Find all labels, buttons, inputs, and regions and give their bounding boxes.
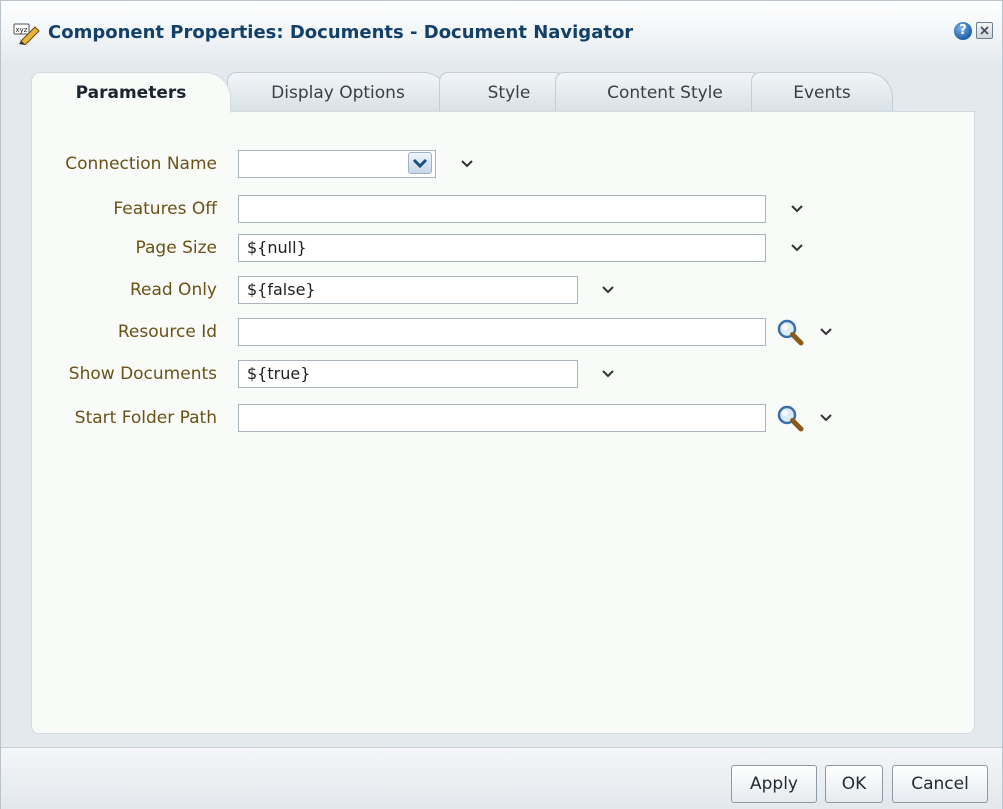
component-properties-icon: xyz bbox=[13, 23, 40, 45]
param-row-read-only: Read Only ${false} bbox=[32, 276, 976, 304]
chevron-down-icon[interactable] bbox=[601, 369, 615, 379]
cancel-button[interactable]: Cancel bbox=[892, 765, 988, 803]
param-row-show-documents: Show Documents ${true} bbox=[32, 360, 976, 388]
read-only-input[interactable]: ${false} bbox=[238, 276, 578, 304]
search-icon[interactable] bbox=[776, 318, 806, 346]
tab-content-style[interactable]: Content Style bbox=[555, 72, 775, 112]
param-row-resource-id: Resource Id bbox=[32, 318, 976, 346]
param-label: Read Only bbox=[129, 280, 217, 300]
param-label: Features Off bbox=[113, 199, 217, 219]
param-label: Page Size bbox=[135, 238, 217, 258]
param-row-connection-name: Connection Name bbox=[32, 150, 976, 178]
dialog-title: Component Properties: Documents - Docume… bbox=[48, 22, 634, 43]
param-label: Show Documents bbox=[68, 364, 217, 384]
param-row-features-off: Features Off bbox=[32, 195, 976, 223]
component-properties-dialog: xyz Component Properties: Documents - Do… bbox=[0, 0, 1003, 809]
start-folder-path-input[interactable] bbox=[238, 404, 766, 432]
page-size-input[interactable]: ${null} bbox=[238, 234, 766, 262]
chevron-down-icon[interactable] bbox=[460, 159, 474, 169]
ok-button[interactable]: OK bbox=[825, 765, 883, 803]
help-icon[interactable]: ? bbox=[954, 22, 972, 40]
tab-events[interactable]: Events bbox=[751, 72, 893, 112]
connection-name-select[interactable] bbox=[238, 150, 436, 178]
features-off-input[interactable] bbox=[238, 195, 766, 223]
search-icon[interactable] bbox=[776, 404, 806, 432]
param-label: Resource Id bbox=[117, 322, 217, 342]
chevron-down-icon[interactable] bbox=[790, 243, 804, 253]
param-row-start-folder-path: Start Folder Path bbox=[32, 404, 976, 432]
parameters-panel: Connection Name Features Off Page Size $… bbox=[31, 111, 975, 734]
param-row-page-size: Page Size ${null} bbox=[32, 234, 976, 262]
tab-bar: Parameters Display Options Style Content… bbox=[31, 72, 931, 113]
chevron-down-icon[interactable] bbox=[819, 327, 833, 337]
dialog-footer: Apply OK Cancel bbox=[1, 747, 1002, 809]
dialog-titlebar: xyz Component Properties: Documents - Do… bbox=[1, 1, 1002, 67]
close-icon[interactable] bbox=[976, 22, 993, 39]
param-label: Start Folder Path bbox=[74, 408, 217, 428]
svg-text:xyz: xyz bbox=[16, 26, 28, 34]
chevron-down-icon[interactable] bbox=[790, 204, 804, 214]
show-documents-input[interactable]: ${true} bbox=[238, 360, 578, 388]
select-dropdown-button[interactable] bbox=[408, 152, 432, 174]
tab-parameters[interactable]: Parameters bbox=[31, 72, 231, 113]
param-label: Connection Name bbox=[65, 154, 217, 174]
tab-display-options[interactable]: Display Options bbox=[227, 72, 449, 112]
apply-button[interactable]: Apply bbox=[731, 765, 817, 803]
chevron-down-icon[interactable] bbox=[601, 285, 615, 295]
resource-id-input[interactable] bbox=[238, 318, 766, 346]
chevron-down-icon[interactable] bbox=[819, 413, 833, 423]
